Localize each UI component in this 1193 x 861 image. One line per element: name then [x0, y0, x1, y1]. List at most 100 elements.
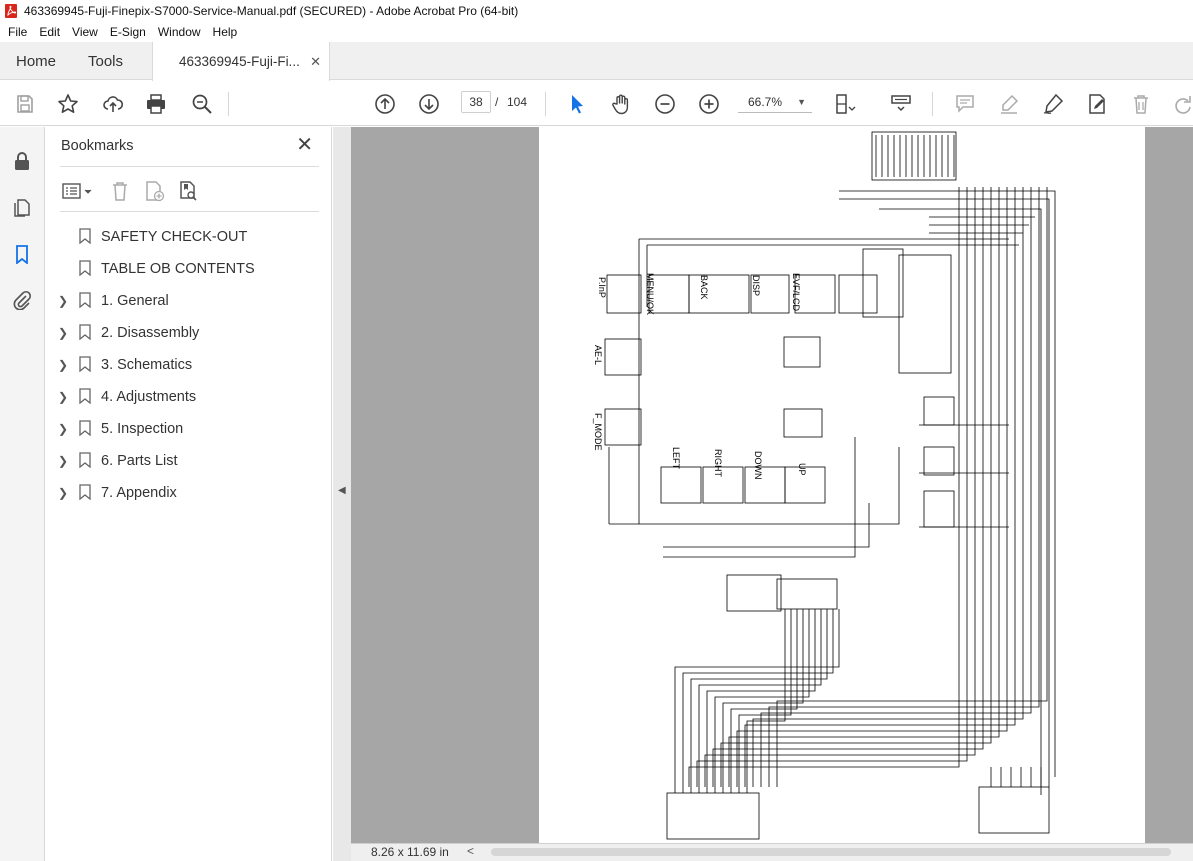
- schematic-label: AE-L: [593, 345, 603, 365]
- page-separator: /: [495, 95, 499, 109]
- highlight-icon[interactable]: [996, 91, 1022, 117]
- schematic-label: LEFT: [671, 447, 681, 470]
- schematic-label: DOWN: [753, 451, 763, 480]
- chevron-right-icon[interactable]: ❯: [57, 390, 69, 404]
- vertical-scrollbar[interactable]: [1180, 127, 1193, 843]
- document-viewport[interactable]: P.InP MENU/OK BACK DISP EVF/LCD AE-L F_MODE LEF…: [351, 127, 1193, 843]
- bookmark-flag-icon: [79, 388, 91, 404]
- bookmark-label: 3. Schematics: [101, 357, 193, 373]
- scroll-mode-icon[interactable]: [888, 91, 914, 117]
- bookmark-inspection[interactable]: ❯ 5. Inspection: [46, 413, 332, 445]
- toolbar-separator: [228, 92, 229, 116]
- close-tab-icon[interactable]: ✕: [310, 54, 321, 70]
- search-zoom-icon[interactable]: [189, 91, 215, 117]
- zoom-in-icon[interactable]: [696, 91, 722, 117]
- bookmark-panel-icon[interactable]: [10, 242, 34, 266]
- bookmark-label: SAFETY CHECK-OUT: [101, 229, 248, 245]
- bookmark-appendix[interactable]: ❯ 7. Appendix: [46, 477, 332, 509]
- delete-bookmark-icon[interactable]: [108, 179, 132, 203]
- pages-icon[interactable]: [10, 195, 34, 219]
- circuit-schematic: P.InP MENU/OK BACK DISP EVF/LCD AE-L F_MODE LEF…: [593, 131, 1056, 840]
- menu-window[interactable]: Window: [152, 25, 207, 39]
- tab-document-label: 463369945-Fuji-Fi...: [179, 54, 300, 69]
- edit-icon[interactable]: [1084, 91, 1110, 117]
- chevron-right-icon[interactable]: ❯: [57, 422, 69, 436]
- horizontal-scrollbar[interactable]: [491, 848, 1171, 856]
- menu-view[interactable]: View: [66, 25, 104, 39]
- zoom-out-icon[interactable]: [652, 91, 678, 117]
- new-bookmark-icon[interactable]: [142, 179, 166, 203]
- hand-icon[interactable]: [608, 91, 634, 117]
- bookmark-adjustments[interactable]: ❯ 4. Adjustments: [46, 381, 332, 413]
- schematic-label: RIGHT: [713, 449, 723, 478]
- zoom-select[interactable]: 66.7% ▼: [738, 91, 812, 113]
- tab-home[interactable]: Home: [16, 42, 56, 80]
- bookmark-safety-check-out[interactable]: SAFETY CHECK-OUT: [46, 221, 332, 253]
- save-icon[interactable]: [12, 91, 38, 117]
- lock-icon[interactable]: [10, 149, 34, 173]
- chevron-right-icon[interactable]: ❯: [57, 358, 69, 372]
- bookmark-star-icon[interactable]: [55, 91, 81, 117]
- close-icon[interactable]: ✕: [296, 135, 313, 155]
- total-pages: 104: [507, 95, 528, 109]
- chevron-right-icon[interactable]: ❯: [57, 326, 69, 340]
- sign-icon[interactable]: [1040, 91, 1066, 117]
- comment-icon[interactable]: [952, 91, 978, 117]
- tab-bar: Home Tools 463369945-Fuji-Fi... ✕: [0, 42, 1193, 81]
- bookmarks-title: Bookmarks: [61, 138, 134, 154]
- bookmark-flag-icon: [79, 324, 91, 340]
- menu-esign[interactable]: E-Sign: [104, 25, 152, 39]
- chevron-left-icon: ◀: [338, 485, 346, 496]
- current-page-input[interactable]: 38: [461, 91, 491, 113]
- chevron-right-icon[interactable]: ❯: [57, 454, 69, 468]
- scroll-left-arrow[interactable]: <: [467, 844, 474, 858]
- window-title: 463369945-Fuji-Finepix-S7000-Service-Man…: [24, 4, 519, 18]
- divider: [60, 166, 319, 167]
- upload-icon[interactable]: [100, 91, 126, 117]
- divider: [60, 211, 319, 212]
- chevron-down-icon: ▼: [797, 97, 806, 107]
- main-toolbar: [0, 81, 1193, 126]
- page-down-icon[interactable]: [416, 91, 442, 117]
- menu-help[interactable]: Help: [207, 25, 244, 39]
- bookmark-label: 7. Appendix: [101, 485, 177, 501]
- bookmark-flag-icon: [79, 452, 91, 468]
- chevron-right-icon[interactable]: ❯: [57, 486, 69, 500]
- bookmark-disassembly[interactable]: ❯ 2. Disassembly: [46, 317, 332, 349]
- pdf-app-icon: [5, 4, 17, 18]
- bookmark-flag-icon: [79, 484, 91, 500]
- menu-bar: File Edit View E-Sign Window Help: [0, 22, 1193, 42]
- schematic-label: P.InP: [597, 277, 607, 298]
- select-cursor-icon[interactable]: [564, 91, 590, 117]
- bookmark-label: 1. General: [101, 293, 169, 309]
- bookmark-label: 6. Parts List: [101, 453, 178, 469]
- bookmark-label: TABLE OB CONTENTS: [101, 261, 255, 277]
- bookmark-schematics[interactable]: ❯ 3. Schematics: [46, 349, 332, 381]
- zoom-value: 66.7%: [748, 95, 783, 109]
- menu-edit[interactable]: Edit: [33, 25, 66, 39]
- attachment-icon[interactable]: [10, 288, 34, 312]
- bookmark-parts-list[interactable]: ❯ 6. Parts List: [46, 445, 332, 477]
- print-icon[interactable]: [143, 91, 169, 117]
- bookmark-options-icon[interactable]: [60, 179, 96, 203]
- tab-document[interactable]: 463369945-Fuji-Fi... ✕: [152, 42, 330, 81]
- toolbar-separator: [545, 92, 546, 116]
- bookmark-label: 5. Inspection: [101, 421, 184, 437]
- page-up-icon[interactable]: [372, 91, 398, 117]
- left-navigation-rail: [0, 127, 45, 861]
- bookmark-table-of-contents[interactable]: TABLE OB CONTENTS: [46, 253, 332, 285]
- bookmarks-panel: Bookmarks ✕ SAFETY CHECK-OUT TABLE OB CO…: [46, 127, 332, 861]
- schematic-label: EVF/LCD: [791, 273, 801, 312]
- page-dimensions: 8.26 x 11.69 in: [371, 845, 449, 859]
- acrobat-window: 463369945-Fuji-Finepix-S7000-Service-Man…: [0, 0, 1193, 861]
- schematic-label: UP: [797, 463, 807, 476]
- tab-tools[interactable]: Tools: [88, 42, 123, 80]
- delete-icon[interactable]: [1128, 91, 1154, 117]
- chevron-right-icon[interactable]: ❯: [57, 294, 69, 308]
- find-bookmark-icon[interactable]: [176, 179, 200, 203]
- page-display-icon[interactable]: [832, 91, 858, 117]
- panel-collapse-handle[interactable]: ◀: [333, 127, 351, 861]
- redo-icon[interactable]: [1170, 91, 1193, 117]
- menu-file[interactable]: File: [2, 25, 33, 39]
- bookmark-general[interactable]: ❯ 1. General: [46, 285, 332, 317]
